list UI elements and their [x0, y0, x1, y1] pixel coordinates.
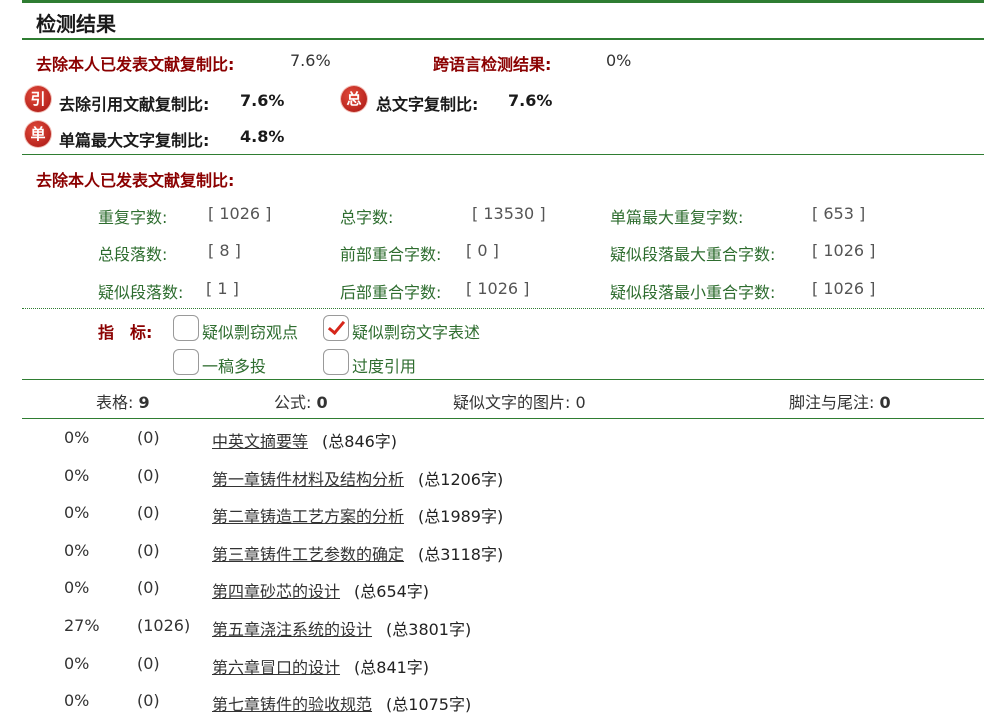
checkbox-plagiarism-idea-label: 疑似剽窃观点: [202, 323, 299, 342]
chapter-count: (0): [137, 691, 160, 710]
chapter-link[interactable]: 第六章冒口的设计: [212, 658, 340, 677]
chapter-entry: 第四章砂芯的设计 (总654字): [212, 578, 429, 602]
chapter-link[interactable]: 第四章砂芯的设计: [212, 582, 340, 601]
chapter-entry: 第一章铸件材料及结构分析 (总1206字): [212, 466, 503, 490]
total-copy-label: 总文字复制比:: [376, 95, 479, 114]
suspect-max-overlap-label: 疑似段落最大重合字数:: [610, 245, 776, 264]
title-divider: [22, 38, 984, 40]
chapter-total: (总841字): [354, 658, 430, 677]
suspect-min-overlap-label: 疑似段落最小重合字数:: [610, 283, 776, 302]
excl-self-label: 去除本人已发表文献复制比:: [36, 55, 235, 74]
checkbox-plagiarism-text[interactable]: [323, 315, 349, 341]
total-copy-value: 7.6%: [508, 91, 553, 110]
total-chars-label: 总字数:: [340, 208, 394, 227]
checkbox-multi-submission[interactable]: [173, 349, 199, 375]
chapter-count: (0): [137, 503, 160, 522]
back-overlap-label: 后部重合字数:: [340, 283, 442, 302]
chapter-link[interactable]: 第一章铸件材料及结构分析: [212, 470, 404, 489]
single-max-value: 4.8%: [240, 127, 285, 146]
checkbox-multi-submission-label: 一稿多投: [202, 357, 267, 376]
checkbox-plagiarism-idea[interactable]: [173, 315, 199, 341]
tables-count: 表格: 9: [96, 393, 150, 412]
chapter-percent: 0%: [64, 466, 90, 485]
chapter-entry: 第五章浇注系统的设计 (总3801字): [212, 616, 471, 640]
chapter-total: (总1075字): [386, 695, 472, 714]
formula-count: 公式: 0: [274, 393, 328, 412]
excl-quote-value: 7.6%: [240, 91, 285, 110]
repeat-chars-value: [ 1026 ]: [208, 204, 272, 223]
chapter-link[interactable]: 第二章铸造工艺方案的分析: [212, 507, 404, 526]
suspect-max-overlap-value: [ 1026 ]: [812, 241, 876, 260]
excl-self-value: 7.6%: [290, 51, 331, 70]
chapter-link[interactable]: 第七章铸件的验收规范: [212, 695, 372, 714]
chapter-link[interactable]: 第三章铸件工艺参数的确定: [212, 545, 404, 564]
chapter-percent: 27%: [64, 616, 100, 635]
chapter-count: (0): [137, 578, 160, 597]
badges-divider: [22, 154, 984, 155]
chapter-count: (0): [137, 654, 160, 673]
chapter-count: (1026): [137, 616, 191, 635]
page-title: 检测结果: [36, 12, 116, 36]
cross-lang-label: 跨语言检测结果:: [433, 55, 552, 74]
section-title: 去除本人已发表文献复制比:: [36, 171, 235, 190]
chapter-entry: 第二章铸造工艺方案的分析 (总1989字): [212, 503, 503, 527]
chapter-link[interactable]: 第五章浇注系统的设计: [212, 620, 372, 639]
checkbox-plagiarism-text-label: 疑似剽窃文字表述: [352, 323, 481, 342]
back-overlap-value: [ 1026 ]: [466, 279, 530, 298]
total-chars-value: [ 13530 ]: [472, 204, 546, 223]
chapter-percent: 0%: [64, 541, 90, 560]
chapter-entry: 中英文摘要等 (总846字): [212, 428, 397, 452]
chapter-total: (总654字): [354, 582, 430, 601]
total-paragraphs-label: 总段落数:: [98, 245, 168, 264]
suspect-paragraphs-value: [ 1 ]: [206, 279, 239, 298]
summary-divider: [22, 418, 984, 419]
front-overlap-value: [ 0 ]: [466, 241, 499, 260]
zong-icon: 总: [341, 86, 367, 112]
total-paragraphs-value: [ 8 ]: [208, 241, 241, 260]
indicators-label: 指 标:: [98, 323, 153, 342]
stats-divider: [22, 308, 984, 309]
yin-icon: 引: [25, 86, 51, 112]
chapter-link[interactable]: 中英文摘要等: [212, 432, 308, 451]
repeat-chars-label: 重复字数:: [98, 208, 168, 227]
single-max-label: 单篇最大文字复制比:: [59, 131, 210, 150]
front-overlap-label: 前部重合字数:: [340, 245, 442, 264]
chapter-total: (总3118字): [418, 545, 504, 564]
image-text-count: 疑似文字的图片: 0: [453, 393, 586, 412]
chapter-percent: 0%: [64, 578, 90, 597]
chapter-percent: 0%: [64, 428, 90, 447]
chapter-percent: 0%: [64, 654, 90, 673]
suspect-paragraphs-label: 疑似段落数:: [98, 283, 184, 302]
checkbox-excessive-quote-label: 过度引用: [352, 357, 417, 376]
single-max-repeat-label: 单篇最大重复字数:: [610, 208, 744, 227]
chapter-count: (0): [137, 541, 160, 560]
excl-quote-label: 去除引用文献复制比:: [59, 95, 210, 114]
suspect-min-overlap-value: [ 1026 ]: [812, 279, 876, 298]
chapter-entry: 第七章铸件的验收规范 (总1075字): [212, 691, 471, 715]
chapter-total: (总3801字): [386, 620, 472, 639]
checkbox-excessive-quote[interactable]: [323, 349, 349, 375]
chapter-total: (总1206字): [418, 470, 504, 489]
chapter-count: (0): [137, 428, 160, 447]
dan-icon: 单: [25, 121, 51, 147]
indicators-divider: [22, 379, 984, 380]
chapter-entry: 第三章铸件工艺参数的确定 (总3118字): [212, 541, 503, 565]
top-border: [22, 0, 984, 3]
chapter-percent: 0%: [64, 691, 90, 710]
chapter-total: (总1989字): [418, 507, 504, 526]
single-max-repeat-value: [ 653 ]: [812, 204, 866, 223]
cross-lang-value: 0%: [606, 51, 632, 70]
chapter-percent: 0%: [64, 503, 90, 522]
footnote-count: 脚注与尾注: 0: [789, 393, 891, 412]
chapter-count: (0): [137, 466, 160, 485]
chapter-entry: 第六章冒口的设计 (总841字): [212, 654, 429, 678]
chapter-total: (总846字): [322, 432, 398, 451]
